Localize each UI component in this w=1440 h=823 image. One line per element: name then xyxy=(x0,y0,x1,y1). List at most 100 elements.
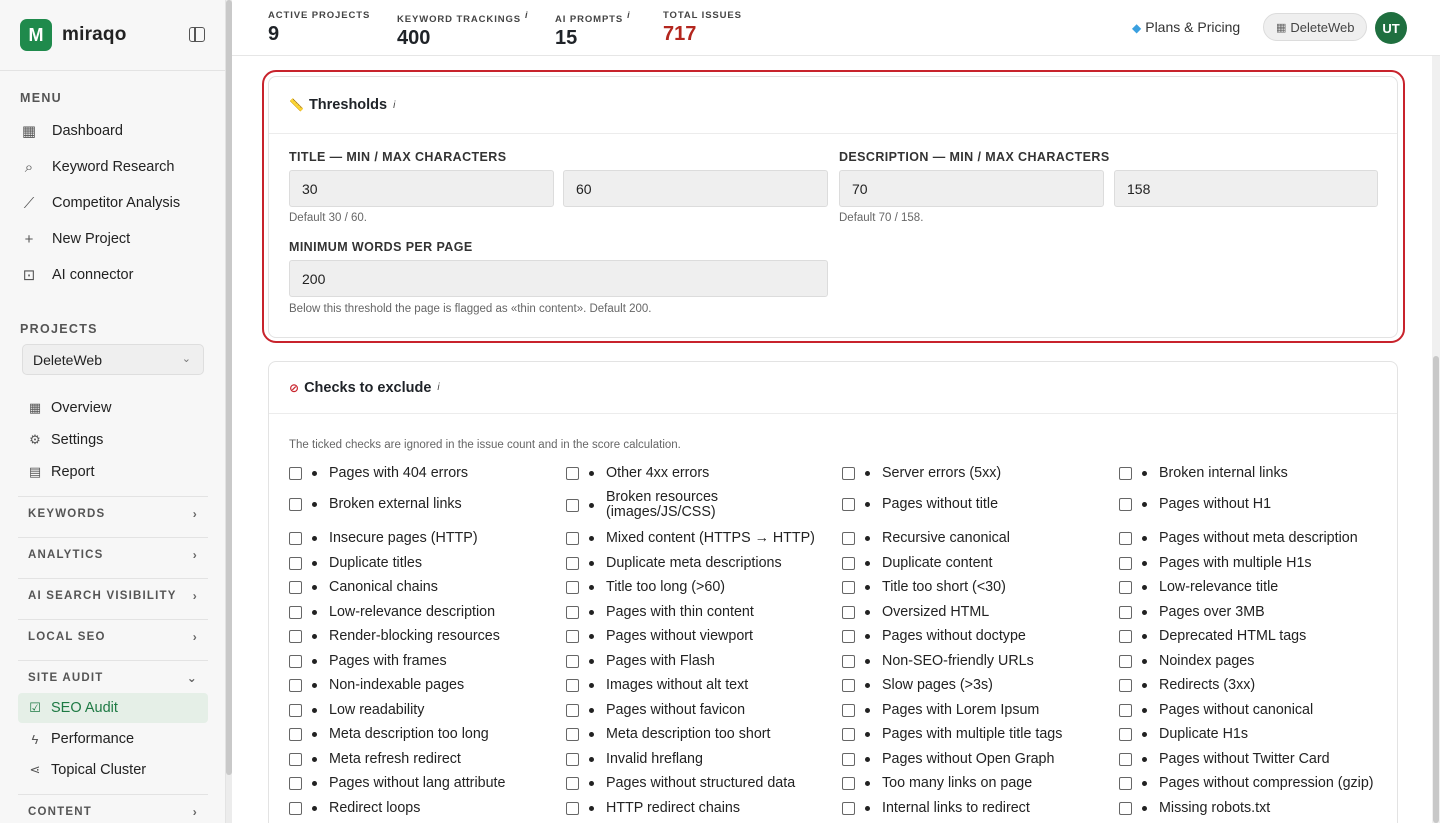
exclude-checkbox[interactable] xyxy=(289,704,302,717)
group-content[interactable]: CONTENT › xyxy=(18,794,208,823)
description-max-input[interactable]: 158 xyxy=(1114,170,1378,207)
exclude-check-item[interactable]: Pages with multiple title tags xyxy=(842,727,1062,742)
exclude-checkbox[interactable] xyxy=(566,630,579,643)
exclude-check-item[interactable]: Pages without meta description xyxy=(1119,531,1358,546)
exclude-check-item[interactable]: Noindex pages xyxy=(1119,654,1254,669)
exclude-checkbox[interactable] xyxy=(1119,532,1132,545)
exclude-check-item[interactable]: Images without alt text xyxy=(566,678,748,693)
min-words-input[interactable]: 200 xyxy=(289,260,828,297)
exclude-check-item[interactable]: Recursive canonical xyxy=(842,531,1010,546)
info-icon[interactable]: i xyxy=(627,10,630,20)
exclude-check-item[interactable]: Non-indexable pages xyxy=(289,678,464,693)
info-icon[interactable]: i xyxy=(525,10,528,20)
exclude-check-item[interactable]: Pages with Lorem Ipsum xyxy=(842,703,1039,718)
sidebar-item-overview[interactable]: ▦ Overview xyxy=(28,397,112,419)
exclude-checkbox[interactable] xyxy=(566,679,579,692)
exclude-check-item[interactable]: Mixed content (HTTPS → HTTP) xyxy=(566,531,815,546)
exclude-check-item[interactable]: Pages with thin content xyxy=(566,605,754,620)
exclude-check-item[interactable]: Pages with Flash xyxy=(566,654,715,669)
exclude-checkbox[interactable] xyxy=(1119,753,1132,766)
description-min-input[interactable]: 70 xyxy=(839,170,1104,207)
exclude-checkbox[interactable] xyxy=(842,679,855,692)
exclude-checkbox[interactable] xyxy=(842,630,855,643)
exclude-check-item[interactable]: Slow pages (>3s) xyxy=(842,678,993,693)
exclude-check-item[interactable]: Low-relevance description xyxy=(289,605,495,620)
exclude-check-item[interactable]: Pages without viewport xyxy=(566,629,753,644)
info-icon[interactable]: i xyxy=(437,382,439,393)
exclude-check-item[interactable]: Too many links on page xyxy=(842,776,1032,791)
exclude-check-item[interactable]: Pages with frames xyxy=(289,654,447,669)
exclude-checkbox[interactable] xyxy=(1119,498,1132,511)
exclude-check-item[interactable]: Pages with multiple H1s xyxy=(1119,556,1312,571)
exclude-checkbox[interactable] xyxy=(289,679,302,692)
exclude-checkbox[interactable] xyxy=(289,630,302,643)
exclude-checkbox[interactable] xyxy=(842,704,855,717)
group-ai-search-visibility[interactable]: AI SEARCH VISIBILITY › xyxy=(18,578,208,612)
exclude-checkbox[interactable] xyxy=(566,777,579,790)
sidebar-item-dashboard[interactable]: ▦ Dashboard xyxy=(20,119,123,143)
sidebar-item-keyword-research[interactable]: ⌕ Keyword Research xyxy=(20,155,175,179)
exclude-check-item[interactable]: Pages without favicon xyxy=(566,703,745,718)
exclude-checkbox[interactable] xyxy=(842,606,855,619)
sidebar-item-competitor-analysis[interactable]: ⟋ Competitor Analysis xyxy=(20,191,180,215)
main-scrollbar-thumb[interactable] xyxy=(1433,356,1439,823)
exclude-checkbox[interactable] xyxy=(842,557,855,570)
exclude-checkbox[interactable] xyxy=(842,802,855,815)
exclude-check-item[interactable]: HTTP redirect chains xyxy=(566,801,740,816)
exclude-checkbox[interactable] xyxy=(289,728,302,741)
exclude-check-item[interactable]: Duplicate H1s xyxy=(1119,727,1248,742)
exclude-check-item[interactable]: Other 4xx errors xyxy=(566,466,709,481)
exclude-checkbox[interactable] xyxy=(566,557,579,570)
sidebar-item-settings[interactable]: ⚙ Settings xyxy=(28,429,103,451)
exclude-checkbox[interactable] xyxy=(289,532,302,545)
exclude-check-item[interactable]: Internal links to redirect xyxy=(842,801,1030,816)
exclude-check-item[interactable]: Render-blocking resources xyxy=(289,629,500,644)
main-scrollbar[interactable] xyxy=(1432,56,1440,823)
exclude-check-item[interactable]: Pages without Open Graph xyxy=(842,752,1054,767)
exclude-check-item[interactable]: Pages without doctype xyxy=(842,629,1026,644)
exclude-check-item[interactable]: Low-relevance title xyxy=(1119,580,1278,595)
exclude-checkbox[interactable] xyxy=(566,606,579,619)
exclude-checkbox[interactable] xyxy=(842,655,855,668)
plans-pricing-link[interactable]: ◆ Plans & Pricing xyxy=(1132,19,1240,35)
exclude-check-item[interactable]: Pages without title xyxy=(842,497,998,512)
avatar[interactable]: UT xyxy=(1375,12,1407,44)
exclude-check-item[interactable]: Pages without H1 xyxy=(1119,497,1271,512)
exclude-check-item[interactable]: Duplicate meta descriptions xyxy=(566,556,782,571)
exclude-check-item[interactable]: Server errors (5xx) xyxy=(842,466,1001,481)
exclude-check-item[interactable]: Deprecated HTML tags xyxy=(1119,629,1306,644)
exclude-checkbox[interactable] xyxy=(842,498,855,511)
exclude-check-item[interactable]: Broken external links xyxy=(289,497,462,512)
exclude-checkbox[interactable] xyxy=(1119,704,1132,717)
exclude-checkbox[interactable] xyxy=(289,802,302,815)
exclude-checkbox[interactable] xyxy=(289,498,302,511)
exclude-checkbox[interactable] xyxy=(289,606,302,619)
exclude-check-item[interactable]: Pages without lang attribute xyxy=(289,776,505,791)
sidebar-scrollbar[interactable] xyxy=(226,0,232,823)
exclude-checkbox[interactable] xyxy=(842,467,855,480)
exclude-checkbox[interactable] xyxy=(842,532,855,545)
exclude-checkbox[interactable] xyxy=(1119,655,1132,668)
exclude-check-item[interactable]: Pages without compression (gzip) xyxy=(1119,776,1374,791)
exclude-checkbox[interactable] xyxy=(842,777,855,790)
exclude-check-item[interactable]: Title too short (<30) xyxy=(842,580,1006,595)
workspace-button[interactable]: ▦ DeleteWeb xyxy=(1263,13,1368,41)
exclude-check-item[interactable]: Missing robots.txt xyxy=(1119,801,1270,816)
exclude-check-item[interactable]: Title too long (>60) xyxy=(566,580,725,595)
sidebar-item-performance[interactable]: ϟ Performance xyxy=(28,728,134,750)
exclude-check-item[interactable]: Pages without canonical xyxy=(1119,703,1313,718)
exclude-checkbox[interactable] xyxy=(566,704,579,717)
exclude-checkbox[interactable] xyxy=(289,777,302,790)
exclude-check-item[interactable]: Pages without Twitter Card xyxy=(1119,752,1330,767)
exclude-check-item[interactable]: Canonical chains xyxy=(289,580,438,595)
exclude-check-item[interactable]: Broken internal links xyxy=(1119,466,1288,481)
exclude-checkbox[interactable] xyxy=(289,753,302,766)
exclude-check-item[interactable]: Pages over 3MB xyxy=(1119,605,1265,620)
exclude-check-item[interactable]: Meta description too long xyxy=(289,727,489,742)
exclude-checkbox[interactable] xyxy=(566,655,579,668)
group-site-audit[interactable]: SITE AUDIT ⌄ xyxy=(18,660,208,694)
group-keywords[interactable]: KEYWORDS › xyxy=(18,496,208,530)
exclude-checkbox[interactable] xyxy=(566,532,579,545)
group-analytics[interactable]: ANALYTICS › xyxy=(18,537,208,571)
exclude-check-item[interactable]: Pages with 404 errors xyxy=(289,466,468,481)
